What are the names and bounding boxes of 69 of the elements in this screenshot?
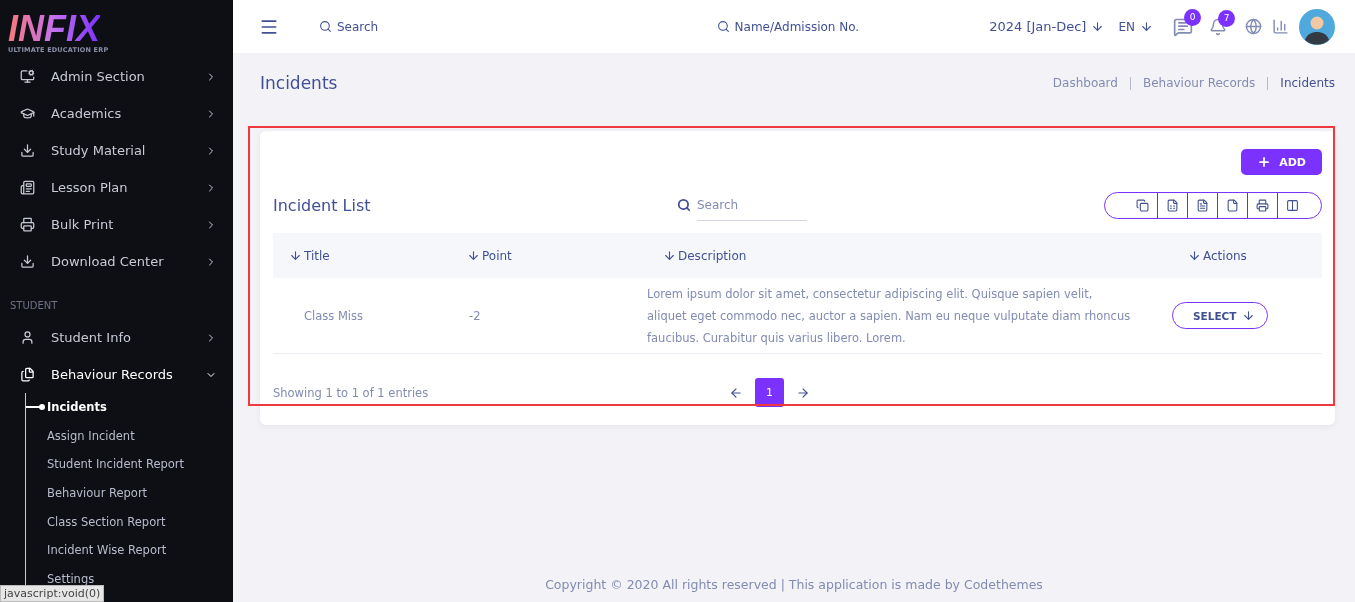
search-icon: [716, 20, 730, 33]
sort-arrow-icon: [663, 249, 676, 262]
sidebar-item[interactable]: Study Material: [0, 132, 233, 169]
arrow-right-icon: [796, 385, 810, 400]
sort-arrow-icon: [467, 249, 480, 262]
sort-arrow-icon: [1188, 249, 1201, 262]
select-button[interactable]: SELECT: [1172, 302, 1269, 329]
arrow-down-icon: [1091, 20, 1105, 33]
entries-info: Showing 1 to 1 of 1 entries: [273, 385, 430, 400]
copy-icon: [1135, 198, 1149, 212]
submenu-item[interactable]: Assign Incident: [26, 421, 233, 451]
sidebar-item-label: Academics: [51, 106, 123, 121]
submenu-item[interactable]: Student Incident Report: [26, 450, 233, 479]
submenu-item[interactable]: Incidents: [26, 393, 233, 422]
avatar[interactable]: [1299, 8, 1335, 45]
sidebar-item[interactable]: Bulk Print: [0, 206, 233, 243]
page-title: Incidents: [260, 73, 338, 93]
sidebar-item-label: Behaviour Records: [51, 367, 174, 382]
sidebar-item-label: Admin Section: [51, 69, 146, 84]
sidebar-item[interactable]: Behaviour Records: [0, 356, 233, 393]
add-button[interactable]: ADD: [1241, 149, 1322, 175]
sidebar-item[interactable]: Download Center: [0, 243, 233, 280]
file-icon: [1226, 198, 1239, 212]
chart-icon[interactable]: [1272, 18, 1289, 35]
sidebar-item-label: Study Material: [51, 143, 147, 158]
sidebar-item-label: Download Center: [51, 254, 165, 269]
plus-icon: [1257, 155, 1272, 169]
column-header[interactable]: Description: [647, 233, 1172, 278]
language-selector[interactable]: EN: [1118, 19, 1153, 34]
arrow-left-icon: [729, 385, 743, 400]
footer-text: Copyright © 2020 All rights reserved | This application is made by Codethemes: [544, 577, 1044, 594]
sidebar-item[interactable]: Admin Section: [0, 58, 233, 95]
next-page-button[interactable]: [796, 385, 810, 400]
column-header[interactable]: Actions: [1172, 233, 1322, 278]
status-url: javascript:void(0): [0, 585, 105, 602]
table-cell: Class Miss: [273, 278, 451, 354]
search-icon: [677, 198, 691, 212]
notification-count: 7: [1218, 9, 1235, 27]
page-button[interactable]: 1: [755, 378, 784, 407]
previous-page-button[interactable]: [729, 385, 743, 400]
arrow-down-icon: [1242, 309, 1256, 322]
column-header[interactable]: Title: [273, 233, 451, 278]
sidebar-item[interactable]: Lesson Plan: [0, 169, 233, 206]
sidebar-item-label: Lesson Plan: [51, 180, 129, 195]
globe-icon[interactable]: [1245, 18, 1262, 35]
table-cell: -2: [451, 278, 647, 354]
columns-icon: [1286, 198, 1299, 212]
sort-arrow-icon: [289, 249, 302, 262]
search-icon: [319, 20, 332, 33]
spreadsheet-icon: [1166, 198, 1179, 212]
arrow-down-icon: [1140, 20, 1153, 33]
breadcrumb-link[interactable]: Incidents: [1267, 76, 1335, 90]
sidebar-item[interactable]: Academics: [0, 95, 233, 132]
student-search-link[interactable]: Name/Admission No.: [716, 19, 860, 34]
search-link[interactable]: Search: [319, 19, 379, 34]
session-selector[interactable]: 2024 [Jan-Dec]: [989, 19, 1105, 34]
sidebar-item[interactable]: Student Info: [0, 319, 233, 356]
list-title: Incident List: [273, 195, 372, 215]
section-heading: STUDENT: [9, 299, 59, 313]
submenu-item[interactable]: Class Section Report: [26, 507, 233, 536]
printer-icon: [1256, 198, 1269, 212]
message-count: 0: [1184, 8, 1201, 26]
sidebar-item-label: Bulk Print: [51, 217, 115, 232]
document-icon: [1196, 198, 1209, 212]
table-cell: Lorem ipsum dolor sit amet, consectetur adipiscing elit. Quisque sapien velit, aliquet eget commodo nec, auctor a sapien. Nam eu neque vulputate diam rhoncus faucibus. Curabitur quis varius libero. Lorem.: [647, 278, 1172, 354]
submenu-item[interactable]: Incident Wise Report: [26, 535, 233, 565]
submenu-item[interactable]: Behaviour Report: [26, 478, 233, 508]
sidebar-item-label: Student Info: [51, 330, 132, 345]
column-header[interactable]: Point: [451, 233, 647, 278]
